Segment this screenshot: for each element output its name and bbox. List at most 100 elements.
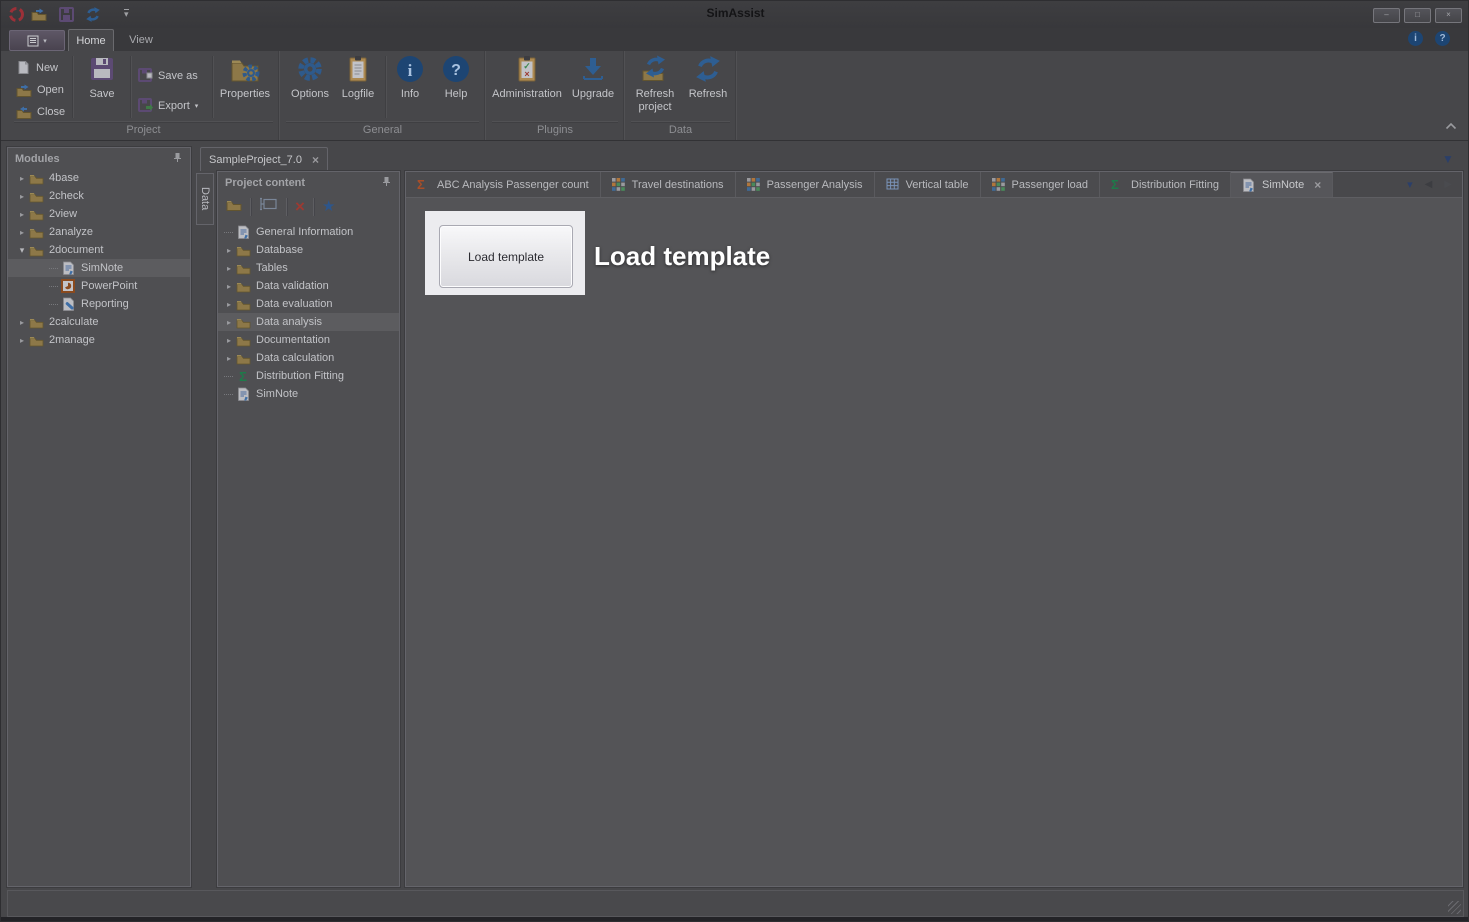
folder-icon <box>28 206 44 222</box>
expand-arrow-icon[interactable]: ▸ <box>223 246 235 255</box>
tab-list-dropdown-icon[interactable]: ▼ <box>1442 152 1454 166</box>
upgrade-button[interactable]: Upgrade <box>567 53 619 101</box>
refresh-button[interactable]: Refresh <box>684 53 732 101</box>
project-document-tab[interactable]: SampleProject_7.0 × <box>200 147 328 171</box>
pin-icon[interactable] <box>381 176 392 190</box>
new-button[interactable]: New <box>13 57 61 78</box>
status-bar <box>7 890 1464 917</box>
save-as-button[interactable]: Save as <box>135 65 201 86</box>
expand-arrow-icon[interactable]: ▸ <box>223 282 235 291</box>
template-box-icon[interactable] <box>259 197 278 216</box>
project-tree-item[interactable]: ▸ Database <box>218 241 399 259</box>
tab-scroll-left-icon[interactable]: ◀ <box>1425 179 1433 190</box>
help-icon: ? <box>442 53 470 85</box>
maximize-button[interactable]: □ <box>1404 8 1431 23</box>
expand-arrow-icon[interactable]: ▸ <box>223 354 235 363</box>
close-project-button[interactable]: Close <box>13 101 68 122</box>
resize-grip[interactable] <box>1448 901 1461 914</box>
document-tab[interactable]: Passenger load <box>980 172 1100 197</box>
expand-arrow-icon[interactable]: ▸ <box>16 318 28 327</box>
project-tree-item[interactable]: ▸ Data validation <box>218 277 399 295</box>
project-tree-item[interactable]: ▸ Documentation <box>218 331 399 349</box>
folder-icon <box>235 314 251 330</box>
document-content <box>406 198 1462 888</box>
collapse-ribbon-icon[interactable] <box>1444 117 1458 135</box>
document-tab[interactable]: Vertical table <box>874 172 981 197</box>
document-tab[interactable]: SimNote × <box>1231 172 1334 197</box>
info-circle-icon[interactable]: i <box>1408 31 1423 46</box>
pivot-grid-icon <box>746 177 761 192</box>
tab-dropdown-icon[interactable]: ▾ <box>1407 178 1413 191</box>
save-button[interactable]: Save <box>77 53 127 101</box>
project-tab-close-icon[interactable]: × <box>312 153 319 167</box>
help-circle-icon[interactable]: ? <box>1435 31 1450 46</box>
expand-arrow-icon[interactable]: ▸ <box>223 300 235 309</box>
module-tree-item[interactable]: ▸ 2manage <box>8 331 190 349</box>
project-tree-item[interactable]: General Information <box>218 223 399 241</box>
open-button[interactable]: Open <box>13 79 67 100</box>
expand-arrow-icon[interactable]: ▸ <box>223 318 235 327</box>
data-side-tab[interactable]: Data <box>196 173 214 225</box>
document-tab[interactable]: Σ ABC Analysis Passenger count <box>406 172 601 197</box>
module-tree-item[interactable]: ▸ 2calculate <box>8 313 190 331</box>
expand-arrow-icon[interactable]: ▸ <box>223 264 235 273</box>
expand-arrow-icon[interactable]: ▸ <box>16 336 28 345</box>
project-tree-item[interactable]: ▸ Data analysis <box>218 313 399 331</box>
properties-button[interactable]: Properties <box>215 53 275 101</box>
administration-button[interactable]: ✓ × Administration <box>489 53 565 101</box>
open-template-icon[interactable] <box>226 198 242 216</box>
options-button[interactable]: Options <box>287 53 333 101</box>
close-button[interactable]: × <box>1435 8 1462 23</box>
module-tree-item[interactable]: ▾ 2document <box>8 241 190 259</box>
expand-arrow-icon[interactable]: ▸ <box>223 336 235 345</box>
sigma-green-icon: Σ <box>239 368 247 384</box>
document-tab[interactable]: Travel destinations <box>600 172 736 197</box>
module-tree-item[interactable]: ▸ 2view <box>8 205 190 223</box>
delete-icon[interactable]: × <box>295 198 305 215</box>
folder-icon <box>235 260 251 276</box>
expand-arrow-icon[interactable]: ▾ <box>16 245 28 256</box>
refresh-icon <box>694 53 722 85</box>
tab-home[interactable]: Home <box>68 29 114 51</box>
modules-panel-header: Modules <box>8 148 190 169</box>
project-tree-item[interactable]: SimNote <box>218 385 399 403</box>
expand-arrow-icon[interactable]: ▸ <box>16 174 28 183</box>
ribbon-tab-row: ▾ Home View i ? <box>1 28 1468 51</box>
project-content-toolbar: × ★ <box>218 193 399 220</box>
ribbon-group-project: New Open Close Save Save as Export ▾ Pro… <box>9 51 279 140</box>
module-tree-item[interactable]: ▸ 2check <box>8 187 190 205</box>
expand-arrow-icon[interactable]: ▸ <box>16 210 28 219</box>
folder-icon <box>235 278 251 294</box>
favorite-star-icon[interactable]: ★ <box>322 199 335 214</box>
expand-arrow-icon[interactable]: ▸ <box>16 228 28 237</box>
pin-icon[interactable] <box>172 152 183 166</box>
module-tree-item[interactable]: ▸ 4base <box>8 169 190 187</box>
project-tree-item[interactable]: ▸ Data evaluation <box>218 295 399 313</box>
logfile-button[interactable]: Logfile <box>335 53 381 101</box>
administration-icon: ✓ × <box>516 53 538 85</box>
project-tree-item[interactable]: Σ Distribution Fitting <box>218 367 399 385</box>
export-button[interactable]: Export ▾ <box>135 95 201 116</box>
info-icon: i <box>396 53 424 85</box>
open-folder-icon <box>16 84 32 97</box>
minimize-button[interactable]: – <box>1373 8 1400 23</box>
module-tree-item[interactable]: ▸ 2analyze <box>8 223 190 241</box>
project-tree-item[interactable]: ▸ Data calculation <box>218 349 399 367</box>
help-button[interactable]: ? Help <box>434 53 478 101</box>
module-tree-item[interactable]: Reporting <box>8 295 190 313</box>
module-tree-item[interactable]: PowerPoint <box>8 277 190 295</box>
load-template-button[interactable]: Load template <box>439 225 573 288</box>
ribbon: New Open Close Save Save as Export ▾ Pro… <box>1 51 1468 141</box>
properties-icon <box>230 53 260 85</box>
pivot-grid-icon <box>611 177 626 192</box>
module-tree-item[interactable]: SimNote <box>8 259 190 277</box>
document-tab[interactable]: Passenger Analysis <box>735 172 875 197</box>
document-tab[interactable]: Σ Distribution Fitting <box>1100 172 1232 197</box>
tab-close-icon[interactable]: × <box>1314 178 1321 192</box>
application-menu-button[interactable]: ▾ <box>9 30 65 51</box>
refresh-project-button[interactable]: Refresh project <box>628 53 682 114</box>
tab-view[interactable]: View <box>119 29 163 51</box>
info-button[interactable]: i Info <box>389 53 431 101</box>
project-tree-item[interactable]: ▸ Tables <box>218 259 399 277</box>
expand-arrow-icon[interactable]: ▸ <box>16 192 28 201</box>
